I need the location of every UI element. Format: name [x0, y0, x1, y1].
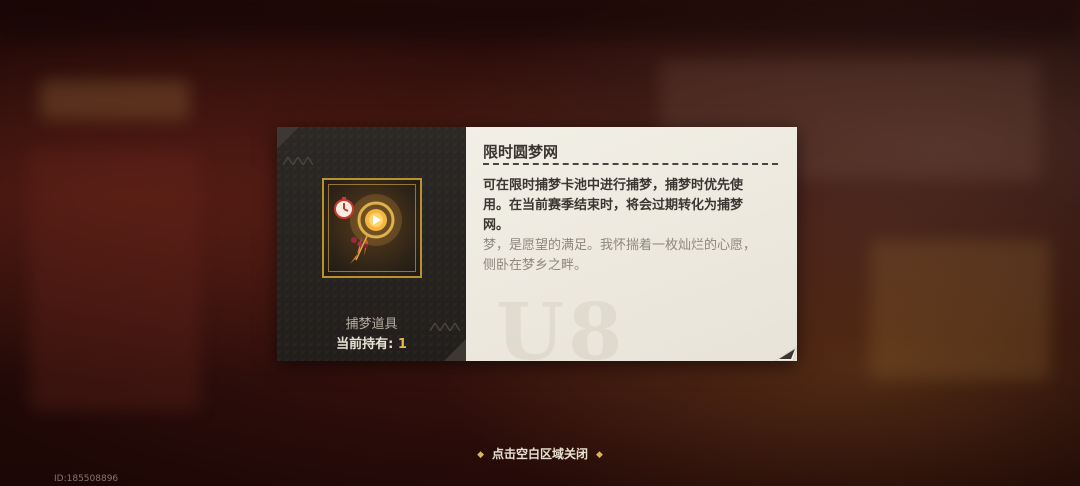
item-info-panel: U8 限时圆梦网 可在限时捕梦卡池中进行捕梦，捕梦时优先使用。在当前赛季结束时，…: [466, 127, 797, 361]
item-count-label: 当前持有:: [336, 337, 394, 352]
user-id: ID:185508896: [54, 474, 119, 484]
page-corner-icon: [774, 346, 797, 361]
item-description: 可在限时捕梦卡池中进行捕梦，捕梦时优先使用。在当前赛季结束时，将会过期转化为捕梦…: [483, 178, 744, 233]
item-count: 当前持有: 1: [277, 333, 466, 352]
diamond-icon: ◆: [596, 450, 603, 460]
watermark: U8: [496, 287, 627, 361]
close-hint-label: 点击空白区域关闭: [491, 447, 588, 461]
diamond-icon: ◆: [477, 450, 484, 460]
title-divider: [483, 163, 778, 165]
screen[interactable]: 捕梦道具 当前持有: 1 U8 限时圆梦网 可在限时捕梦卡池中进行捕梦，捕梦时优…: [0, 0, 1080, 486]
item-category: 捕梦道具: [345, 317, 398, 332]
item-preview-panel: 捕梦道具 当前持有: 1: [277, 127, 466, 361]
item-flavor-text: 梦，是愿望的满足。我怀揣着一枚灿烂的心愿，侧卧在梦乡之畔。: [483, 238, 757, 273]
corner-decoration: [277, 127, 299, 149]
item-detail-card: 捕梦道具 当前持有: 1 U8 限时圆梦网 可在限时捕梦卡池中进行捕梦，捕梦时优…: [277, 127, 797, 361]
item-title: 限时圆梦网: [483, 143, 559, 161]
dream-catcher-icon: [334, 194, 402, 264]
item-count-value: 1: [397, 337, 407, 352]
item-icon-frame: [322, 178, 422, 278]
close-hint[interactable]: ◆ 点击空白区域关闭 ◆: [0, 445, 1080, 462]
zigzag-decoration: [283, 157, 313, 165]
